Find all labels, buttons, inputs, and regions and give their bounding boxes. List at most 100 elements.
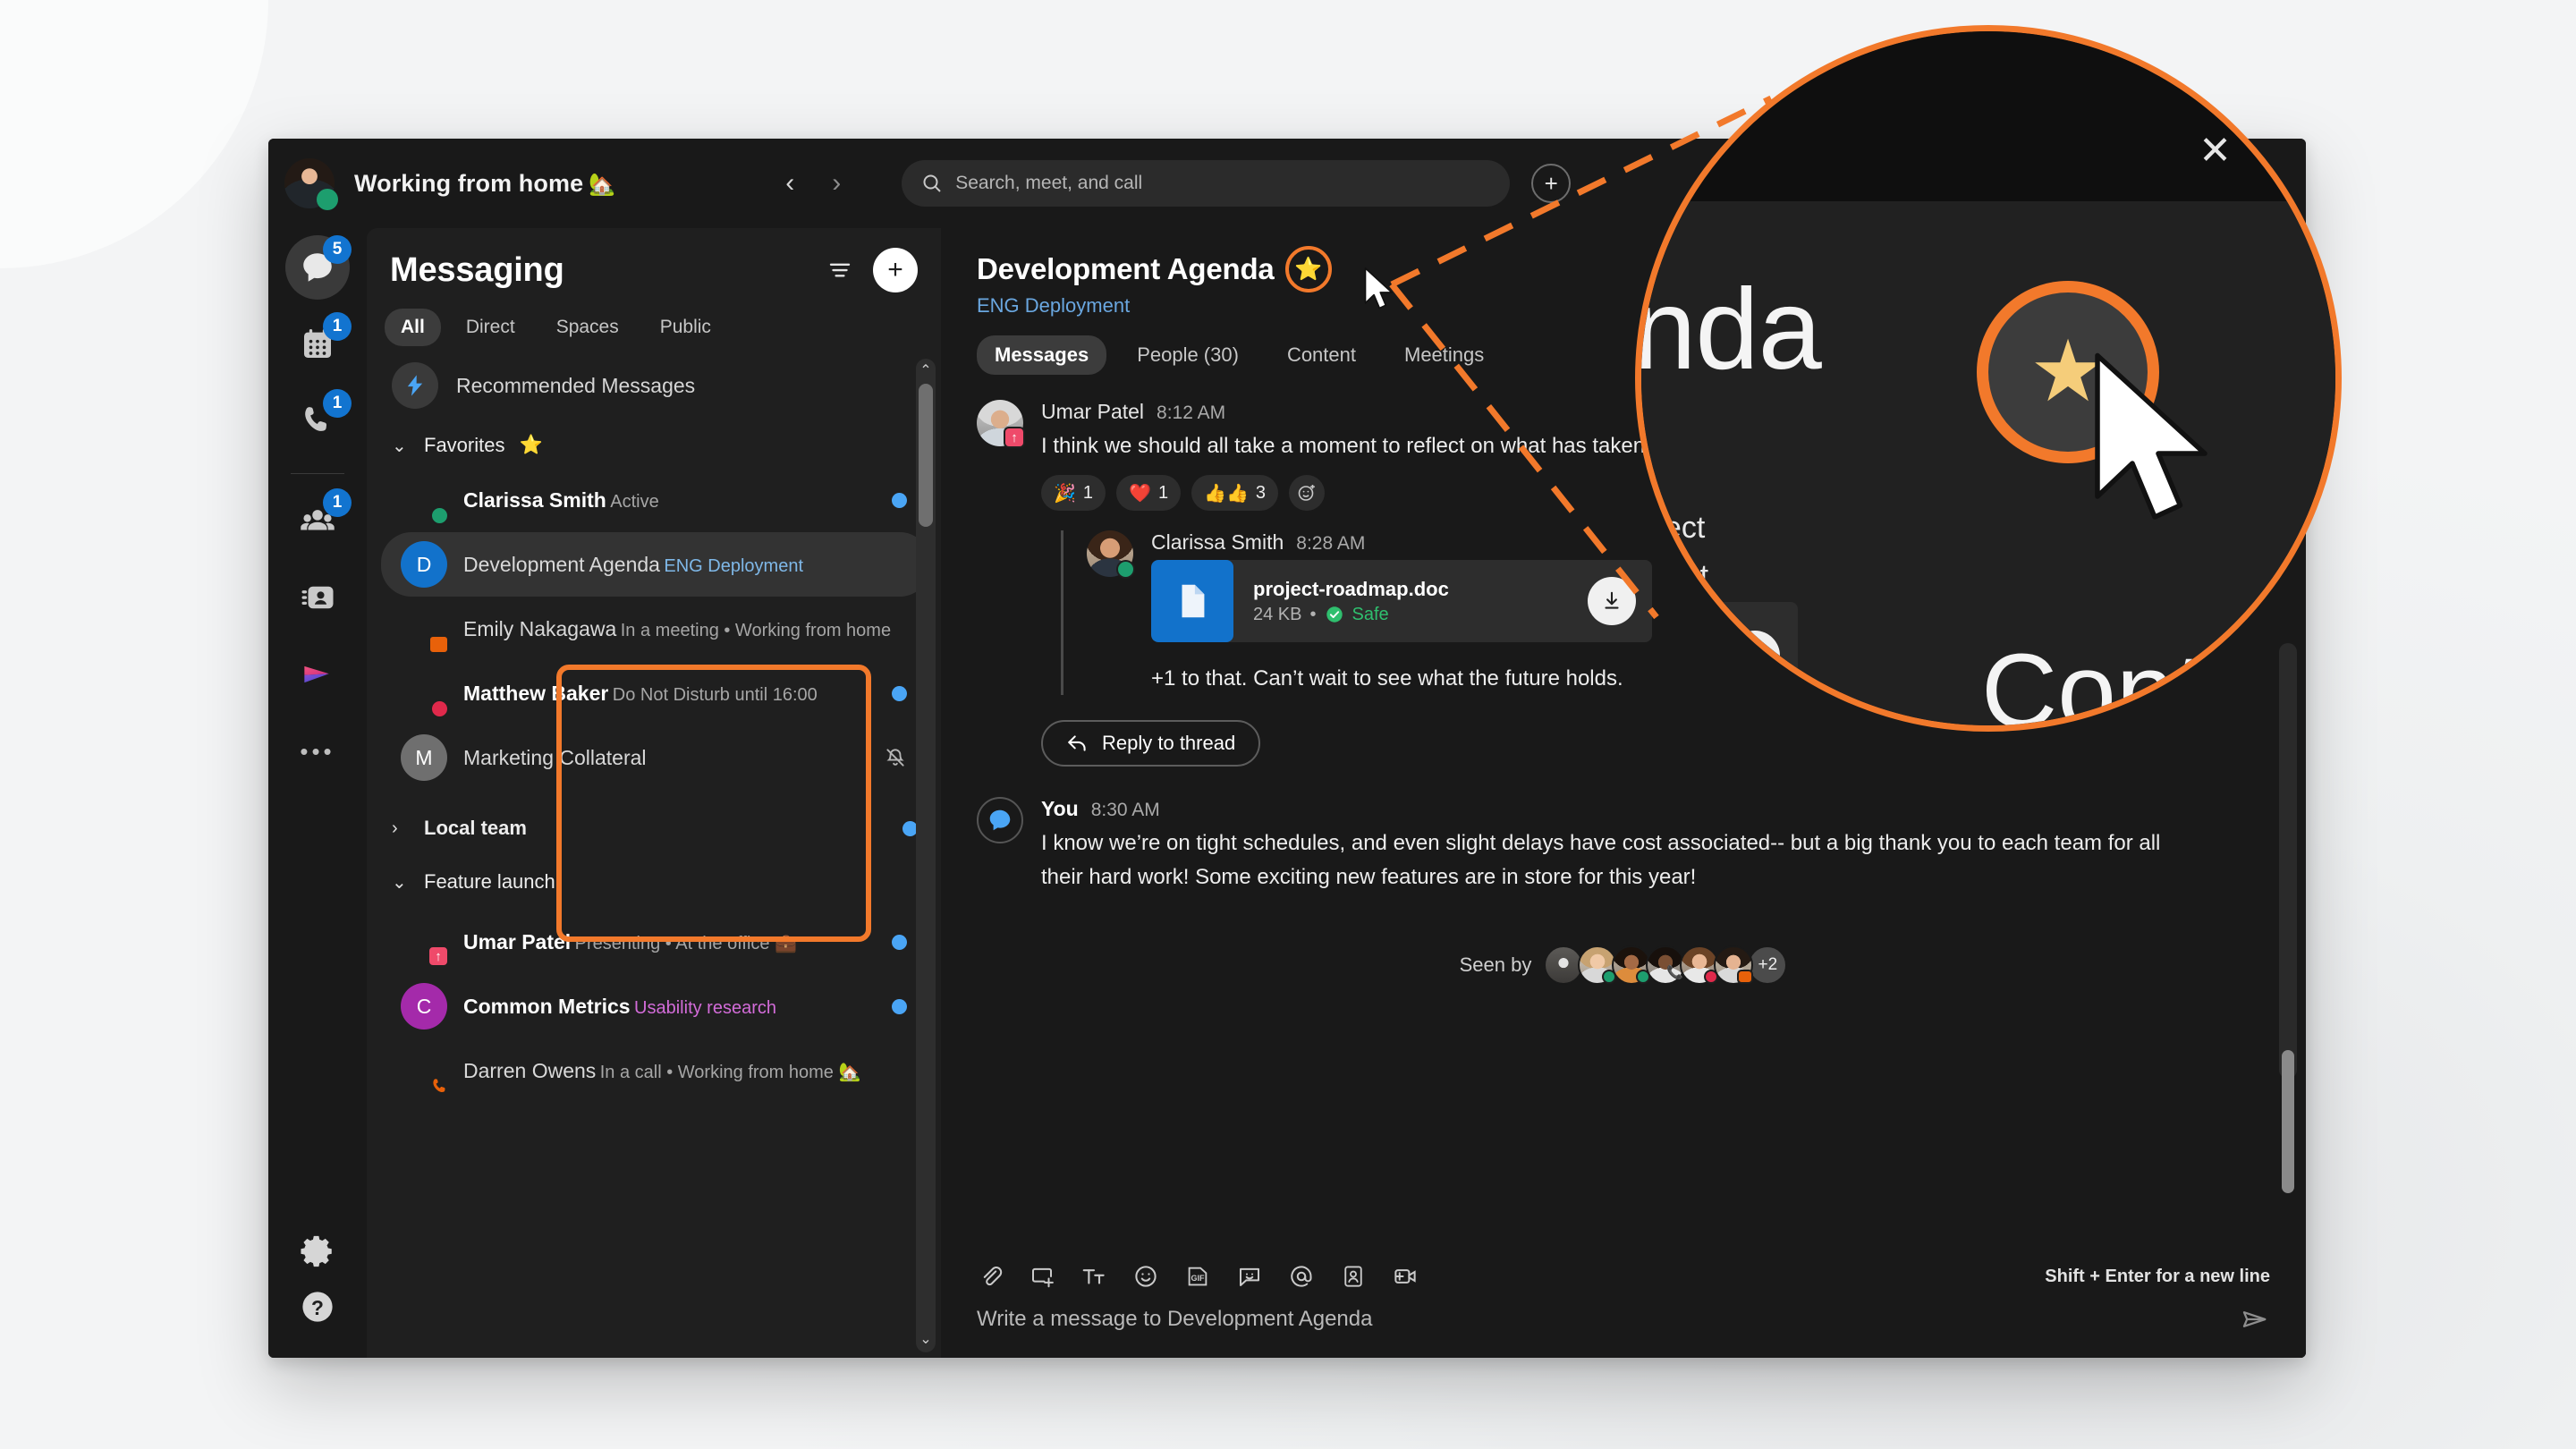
gear-icon[interactable] (299, 1233, 336, 1270)
sidebar-item-more[interactable]: ••• (285, 719, 350, 784)
list-item-title: Darren Owens (463, 1058, 597, 1082)
tab-spaces[interactable]: Spaces (540, 309, 635, 346)
attachment-icon[interactable] (977, 1263, 1004, 1290)
tab-content[interactable]: Content (1269, 335, 1374, 375)
message-author: You (1041, 797, 1079, 821)
list-item[interactable]: Clarissa Smith Active (381, 468, 930, 532)
scrollbar-thumb[interactable] (919, 384, 933, 527)
avatar[interactable]: ↑ (977, 400, 1025, 448)
download-icon (1730, 631, 1780, 681)
sidebar-item-calling[interactable]: 1 (285, 389, 352, 453)
list-item-subtitle: ENG Deployment (664, 555, 804, 576)
status-emoji: 🏡 (589, 172, 616, 197)
list-item-text: Umar Patel Presenting • At the office 💼 (463, 929, 876, 955)
list-item[interactable]: C Common Metrics Usability research (381, 974, 930, 1038)
file-attachment-card[interactable]: project-roadmap.doc 24 KB • Safe (1151, 560, 1652, 643)
seen-by-overflow[interactable]: +2 (1748, 945, 1788, 985)
group-label-local-team: Local team (424, 817, 527, 839)
contact-card-icon[interactable] (1340, 1263, 1367, 1290)
avatar[interactable] (1714, 945, 1754, 985)
reaction-thumbsup[interactable]: 👍👍 3 (1191, 475, 1278, 512)
list-item-right (884, 746, 907, 769)
new-conversation-button[interactable]: + (873, 248, 918, 292)
sidebar-item-messaging[interactable]: 5 (285, 235, 352, 300)
screen-capture-icon[interactable] (1029, 1263, 1055, 1290)
magnifier-callout: + ✕ enda ★ Cont eflect Great (1635, 25, 2342, 732)
scroll-down-icon[interactable]: ⌄ (919, 1333, 931, 1347)
file-size: 24 KB (1253, 604, 1302, 624)
list-item-development-agenda[interactable]: D Development Agenda ENG Deployment (381, 532, 930, 597)
tab-messages[interactable]: Messages (977, 335, 1107, 375)
highlight-ring (1284, 246, 1332, 292)
reaction-heart[interactable]: ❤️ 1 (1116, 475, 1182, 512)
list-item[interactable]: Darren Owens In a call • Working from ho… (381, 1038, 930, 1103)
scroll-up-icon[interactable]: ⌃ (919, 364, 931, 378)
recommended-messages-row[interactable]: Recommended Messages (372, 353, 941, 423)
magnified-topbar (1641, 31, 2335, 201)
add-reaction-icon[interactable] (1289, 475, 1325, 512)
tab-direct[interactable]: Direct (450, 309, 531, 346)
list-item[interactable]: ↑ Umar Patel Presenting • At the office … (381, 910, 930, 974)
scrollbar-thumb[interactable] (2282, 1050, 2294, 1193)
question-mark-icon[interactable]: ? (299, 1288, 336, 1326)
sidebar-item-meetings[interactable]: 1 (285, 312, 352, 377)
message-text: I know we’re on tight schedules, and eve… (1041, 831, 2161, 889)
text-format-icon[interactable] (1080, 1263, 1107, 1290)
composer-input-row[interactable]: Write a message to Development Agenda (977, 1304, 2270, 1335)
mention-icon[interactable] (1288, 1263, 1315, 1290)
tab-meetings[interactable]: Meetings (1386, 335, 1502, 375)
tab-all[interactable]: All (385, 309, 441, 346)
magnified-title-fragment: enda (1635, 266, 1822, 394)
magnifier-content: + ✕ enda ★ Cont eflect Great (1641, 31, 2335, 725)
group-header-local-team[interactable]: › Local team (372, 806, 941, 851)
list-item-text: Development Agenda ENG Deployment (463, 552, 907, 578)
avatar[interactable] (1087, 530, 1135, 580)
reaction-count: 1 (1157, 482, 1169, 503)
group-header-favorites[interactable]: ⌄ Favorites ⭐ (372, 423, 941, 468)
message-author: Umar Patel (1041, 400, 1145, 423)
message-input[interactable]: Write a message to Development Agenda (977, 1307, 1372, 1332)
conversation-list-scrollbar[interactable]: ⌃ ⌄ (916, 359, 936, 1352)
list-item[interactable]: Matthew Baker Do Not Disturb until 16:00 (381, 661, 930, 725)
avatar (401, 1047, 447, 1094)
download-icon[interactable] (1588, 577, 1636, 626)
unread-dot (892, 492, 907, 508)
avatar: D (401, 541, 447, 588)
search-input[interactable]: Search, meet, and call (902, 160, 1511, 207)
list-item-text: Clarissa Smith Active (463, 487, 876, 513)
svg-text:GIF: GIF (1191, 1274, 1206, 1283)
list-item[interactable]: M Marketing Collateral (381, 725, 930, 790)
list-item[interactable]: Emily Nakagawa In a meeting • Working fr… (381, 597, 930, 661)
magnified-file-card (1641, 602, 1798, 709)
emoji-icon[interactable] (1132, 1263, 1159, 1290)
my-avatar[interactable] (284, 158, 338, 210)
sticker-icon[interactable] (1236, 1263, 1263, 1290)
list-item-subtitle: In a call • Working from home 🏡 (599, 1062, 861, 1082)
group-header-feature-launch[interactable]: ⌄ Feature launch (372, 860, 941, 904)
list-item-right (892, 998, 907, 1014)
search-icon (921, 173, 943, 194)
sidebar-item-teams[interactable]: 1 (285, 488, 352, 553)
tab-public[interactable]: Public (644, 309, 727, 346)
forward-button[interactable]: › (832, 170, 841, 197)
magnified-tab-fragment: Cont (1981, 632, 2205, 732)
filter-icon[interactable] (826, 257, 853, 284)
send-icon[interactable] (2240, 1304, 2270, 1335)
tab-people[interactable]: People (30) (1119, 335, 1257, 375)
gif-icon[interactable]: GIF (1184, 1263, 1211, 1290)
reply-arrow-icon (1066, 732, 1089, 755)
sidebar-item-contacts[interactable] (285, 565, 350, 630)
list-item[interactable] (381, 1103, 930, 1167)
video-message-icon[interactable] (1392, 1263, 1419, 1290)
reply-to-thread-button[interactable]: Reply to thread (1041, 720, 1261, 767)
favorite-star-button[interactable]: ⭐ (1284, 246, 1332, 292)
new-item-button[interactable]: + (1531, 164, 1572, 203)
avatar[interactable] (977, 797, 1023, 844)
back-button[interactable]: ‹ (785, 170, 794, 197)
sidebar-item-apps[interactable] (285, 642, 350, 707)
list-item-text: Matthew Baker Do Not Disturb until 16:00 (463, 681, 876, 707)
my-status-text[interactable]: Working from home 🏡 (354, 170, 615, 198)
unread-dot (892, 998, 907, 1014)
presence-indicator-in-call (430, 1077, 449, 1096)
reaction-tada[interactable]: 🎉 1 (1041, 475, 1106, 512)
